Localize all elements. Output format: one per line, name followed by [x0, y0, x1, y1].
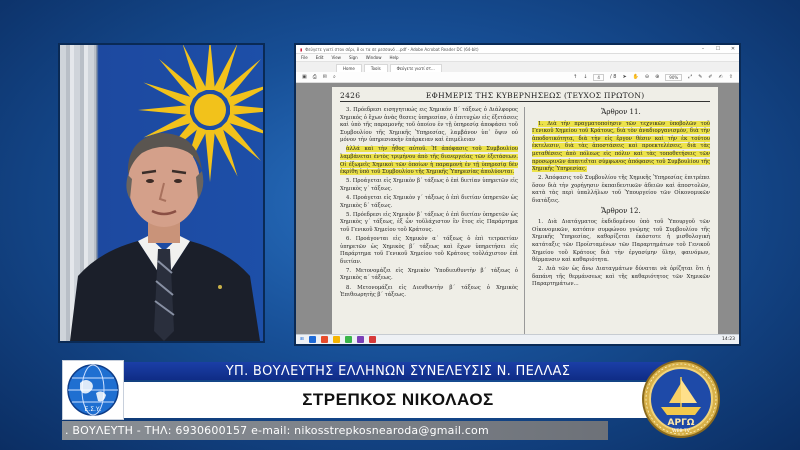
zoom-out-icon[interactable]: ⊖ — [645, 74, 649, 80]
menu-sign[interactable]: Sign — [349, 55, 358, 60]
highlighted-paragraph: ἀλλά καὶ τὴν ἦθος αὐτοῦ. Ἡ ἀπόφασις τοῦ … — [340, 146, 518, 176]
fit-page-icon[interactable]: ⤢ — [688, 74, 692, 80]
speaker-name: ΣΤΡΕΠΚΟΣ ΝΙΚΟΛΑΟΣ — [124, 382, 672, 418]
paragraph: 2. Ἀπόφασις τοῦ Συμβουλίου τῆς Χημικῆς Ὑ… — [532, 175, 710, 205]
zoom-in-icon[interactable]: ⊕ — [655, 74, 659, 80]
taskbar-browser-icon[interactable] — [308, 336, 316, 343]
print-icon[interactable]: ⎙ — [313, 74, 317, 80]
document-viewport[interactable]: 2426 ΕΦΗΜΕΡΙΣ ΤΗΣ ΚΥΒΕΡΝΗΣΕΩΣ (ΤΕΥΧΟΣ ΠΡ… — [296, 83, 739, 344]
logo-title: ΑΡΓΩ — [668, 418, 695, 428]
taskbar-folder-icon[interactable] — [332, 336, 340, 343]
globe-icon: Ε.Σ.Υ. — [67, 364, 119, 416]
windows-taskbar: ⊞ 14:23 — [296, 334, 739, 344]
tab-document[interactable]: Φεύγετε γιατί στ... — [389, 64, 442, 72]
paragraph: 6. Προάγονται εἰς Χημικὸν α΄ τάξεως ὁ ἐπ… — [340, 236, 518, 265]
email-icon[interactable]: ✉ — [323, 74, 327, 80]
page-number-input[interactable]: 4 — [593, 73, 604, 81]
speaker-video-panel — [58, 43, 265, 343]
close-button[interactable]: ✕ — [727, 46, 739, 52]
prev-page-icon[interactable]: ↑ — [573, 74, 577, 80]
minimize-button[interactable]: – — [697, 46, 709, 52]
sign-icon[interactable]: ✍ — [719, 74, 723, 80]
esy-logo: Ε.Σ.Υ. — [62, 360, 124, 420]
subtitle-bar: ΥΠ. ΒΟΥΛΕΥΤΗΣ ΕΛΛΗΝΩΝ ΣΥΝΕΛΕΥΣΙΣ Ν. ΠΕΛΛ… — [124, 362, 672, 380]
paragraph: 5. Πρόεδρεσι εἰς Χημικὸν β΄ τάξεως ὁ ἐπὶ… — [340, 211, 518, 233]
share-icon[interactable]: ⇪ — [729, 74, 733, 80]
search-icon[interactable]: ⌕ — [333, 74, 336, 80]
speaker-person — [70, 133, 260, 341]
paragraph: 8. Μετονομάζει εἰς Διευθυντὴν β΄ τάξεως … — [340, 284, 518, 299]
highlighted-paragraph: 1. Διὰ τὴν πραγματοποίησιν τῶν τεχνικῶν … — [532, 120, 710, 173]
paragraph: 1. Διὰ Διατάγματος ἐκδιδομένου ὑπὸ τοῦ Ὑ… — [532, 219, 710, 264]
paragraph: 3. Πρόεδρεσι εισηγητικώς εις Χημικόν Β΄ … — [340, 107, 518, 144]
menu-file[interactable]: File — [301, 55, 308, 60]
article-11-title: Ἄρθρον 11. — [601, 108, 641, 116]
article-12-title: Ἄρθρον 12. — [601, 206, 641, 215]
window-titlebar: ▮ Φεύγετε γιατί στον σέρι, 8 οι τα σε ρε… — [296, 45, 739, 54]
page-total: / 8 — [609, 74, 617, 80]
hand-tool-icon[interactable]: ✋ — [633, 74, 639, 80]
menu-view[interactable]: View — [331, 55, 341, 60]
select-tool-icon[interactable]: ➤ — [622, 74, 626, 80]
argo-web-tv-logo: ΑΡΓΩ WEB TV — [641, 355, 721, 443]
start-icon[interactable]: ⊞ — [300, 337, 304, 342]
menu-window[interactable]: Window — [366, 55, 382, 60]
paragraph: 2. Διὰ τῶν ὡς ἄνω Διαταγμάτων δύναται νὰ… — [532, 266, 710, 288]
reader-toolbar: ▣ ⎙ ✉ ⌕ ↑ ↓ 4 / 8 ➤ ✋ ⊖ ⊕ 90% ⤢ ✎ ✐ ✍ ⇪ — [296, 72, 739, 83]
screen-share-panel: ▮ Φεύγετε γιατί στον σέρι, 8 οι τα σε ρε… — [294, 43, 741, 346]
lower-third-banner: Ε.Σ.Υ. ΥΠ. ΒΟΥΛΕΥΤΗΣ ΕΛΛΗΝΩΝ ΣΥΝΕΛΕΥΣΙΣ … — [62, 360, 672, 448]
tab-tools[interactable]: Tools — [363, 64, 388, 72]
paragraph: 7. Μετονομάζει εἰς Χημικὸν Ὑποδιευθυντὴν… — [340, 267, 518, 282]
contact-ticker: . ΒΟΥΛΕΥΤΗ - ΤΗΛ: 6930600157 e-mail: nik… — [62, 421, 608, 440]
column-divider — [524, 107, 525, 339]
menu-edit[interactable]: Edit — [316, 55, 324, 60]
menu-help[interactable]: Help — [389, 55, 398, 60]
highlight-icon[interactable]: ✐ — [708, 74, 712, 80]
page-number: 2426 — [340, 91, 361, 100]
svg-text:Ε.Σ.Υ.: Ε.Σ.Υ. — [85, 406, 102, 413]
taskbar-clock: 14:23 — [722, 337, 735, 342]
menu-bar: File Edit View Sign Window Help — [296, 54, 739, 62]
taskbar-chrome-icon[interactable] — [344, 336, 352, 343]
window-title: Φεύγετε γιατί στον σέρι, 8 οι τα σε ρεσσ… — [305, 46, 479, 52]
tab-bar: Home Tools Φεύγετε γιατί στ... — [296, 62, 739, 72]
logo-subtitle: WEB TV — [672, 428, 691, 434]
paragraph: 4. Προάγεται εἰς Χημικὸν γ΄ τάξεως ὁ ἐπὶ… — [340, 195, 518, 209]
gazette-title: ΕΦΗΜΕΡΙΣ ΤΗΣ ΚΥΒΕΡΝΗΣΕΩΣ (ΤΕΥΧΟΣ ΠΡΩΤΟΝ) — [425, 91, 645, 100]
taskbar-media-icon[interactable] — [368, 336, 376, 343]
left-column: 3. Πρόεδρεσι εισηγητικώς εις Χημικόν Β΄ … — [340, 107, 518, 301]
paragraph: 5. Προάγεται εἰς Χημικὸν β΄ τάξεως ὁ ἐπὶ… — [340, 178, 518, 192]
page-header: 2426 ΕΦΗΜΕΡΙΣ ΤΗΣ ΚΥΒΕΡΝΗΣΕΩΣ (ΤΕΥΧΟΣ ΠΡ… — [340, 90, 710, 102]
save-icon[interactable]: ▣ — [302, 74, 307, 80]
comment-icon[interactable]: ✎ — [698, 74, 702, 80]
taskbar-acrobat-icon[interactable] — [320, 336, 328, 343]
maximize-button[interactable]: ☐ — [712, 46, 724, 52]
pdf-page: 2426 ΕΦΗΜΕΡΙΣ ΤΗΣ ΚΥΒΕΡΝΗΣΕΩΣ (ΤΕΥΧΟΣ ΠΡ… — [332, 87, 718, 344]
right-column: Ἄρθρον 11. 1. Διὰ τὴν πραγματοποίησιν τῶ… — [532, 107, 710, 291]
pdf-app-icon: ▮ — [300, 46, 303, 52]
tab-home[interactable]: Home — [336, 64, 362, 72]
zoom-level[interactable]: 90% — [665, 73, 683, 81]
taskbar-app-icon[interactable] — [356, 336, 364, 343]
next-page-icon[interactable]: ↓ — [583, 74, 587, 80]
